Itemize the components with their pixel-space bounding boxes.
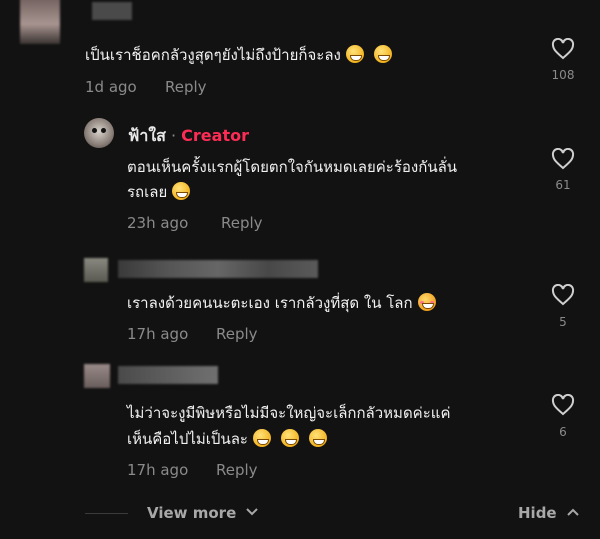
emoji-grin-icon <box>252 429 271 447</box>
chevron-down-icon <box>246 508 259 516</box>
reply-button[interactable]: Reply <box>165 78 207 96</box>
view-more-button[interactable]: View more <box>147 504 259 522</box>
hide-label: Hide <box>518 504 557 522</box>
comment-time: 17h ago <box>127 461 189 479</box>
blurred-avatar <box>84 364 110 388</box>
heart-icon[interactable] <box>551 148 575 170</box>
divider <box>85 513 128 514</box>
emoji-love-icon <box>417 293 436 311</box>
author-name[interactable]: ฟ้าใส <box>128 126 166 145</box>
emoji-grin-icon <box>373 45 392 63</box>
creator-badge: Creator <box>181 126 249 145</box>
blurred-avatar <box>84 258 108 282</box>
comment-time: 17h ago <box>127 325 189 343</box>
view-more-label: View more <box>147 504 237 522</box>
emoji-grin-icon <box>308 429 327 447</box>
like-count: 6 <box>559 425 567 439</box>
comment-header: ฟ้าใส · Creator <box>128 124 249 149</box>
heart-icon[interactable] <box>551 284 575 306</box>
blurred-username <box>118 260 318 278</box>
blurred-avatar <box>20 0 60 44</box>
comment-text: เห็นคือไปไม่เป็นละ <box>127 427 327 451</box>
like-count: 61 <box>555 178 571 192</box>
reply-button[interactable]: Reply <box>221 214 263 232</box>
heart-icon[interactable] <box>551 394 575 416</box>
emoji-grin-icon <box>172 182 191 200</box>
like-count: 5 <box>559 315 567 329</box>
blurred-username <box>92 2 132 20</box>
comment-text: รถเลย <box>127 180 191 204</box>
avatar[interactable] <box>84 118 114 148</box>
hide-button[interactable]: Hide <box>518 504 580 522</box>
like-count: 108 <box>551 68 575 82</box>
heart-icon[interactable] <box>551 38 575 60</box>
comment-text: ตอนเห็นครั้งแรกผู้โดยตกใจกันหมดเลยค่ะร้อ… <box>127 158 458 176</box>
comment-text: เราลงด้วยคนนะตะเอง เรากลัวงูที่สุด ใน โล… <box>127 291 436 315</box>
emoji-grin-icon <box>280 429 299 447</box>
comment-time: 1d ago <box>85 78 137 96</box>
comment-time: 23h ago <box>127 214 189 232</box>
author-separator: · <box>170 126 177 145</box>
reply-button[interactable]: Reply <box>216 325 258 343</box>
chevron-up-icon <box>567 508 579 516</box>
comment-text: เป็นเราช็อคกลัวงูสุดๆยังไม่ถึงป้ายก็จะลง <box>85 43 392 67</box>
comment-text: ไม่ว่าจะงูมีพิษหรือไม่มีจะใหญ่จะเล็กกลัว… <box>127 404 451 422</box>
reply-button[interactable]: Reply <box>216 461 258 479</box>
emoji-grin-icon <box>345 45 364 63</box>
blurred-username <box>118 366 218 384</box>
